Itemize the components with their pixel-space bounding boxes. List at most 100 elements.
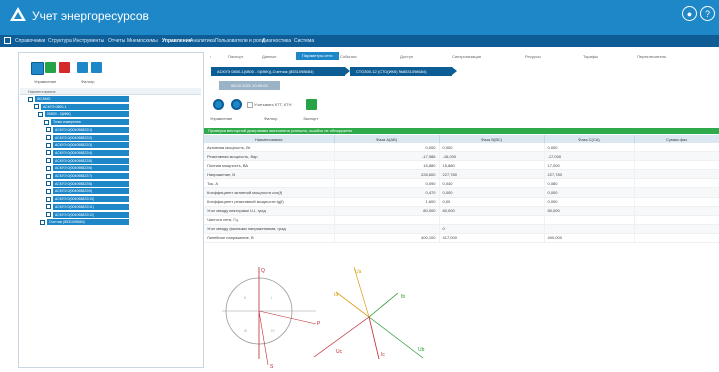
table-cell: Линейное напряжение, В (204, 233, 335, 244)
tree-node-expander[interactable] (46, 150, 51, 156)
refresh-button[interactable] (231, 99, 242, 110)
table-row: Угол между векторами U-I, град 80,000 80,0… (204, 206, 719, 216)
tree-item[interactable]: АСКУЭ 0800-1 (41, 103, 129, 110)
tab-data[interactable]: Данные (262, 54, 276, 59)
tree-node-expander[interactable] (38, 111, 43, 117)
menu-item-structure[interactable]: Структура (48, 38, 72, 44)
tab-tariffs[interactable]: Тарифы (583, 54, 598, 59)
tree-item[interactable]: Точки измерения (51, 119, 129, 126)
tab-sync[interactable]: Синхронизация (452, 54, 481, 59)
manage-button[interactable] (213, 99, 224, 110)
tree-node-expander[interactable] (46, 181, 51, 187)
menu-item-management[interactable]: Управление (162, 38, 192, 44)
quadrant-label: I (271, 295, 272, 300)
table-cell: 0,000 (439, 143, 545, 153)
menu-item-system[interactable]: Система (294, 38, 314, 44)
tree-item[interactable]: АСКУЭ 0(004098822/7) (53, 173, 129, 179)
table-cell: 0,040 (439, 178, 545, 189)
tree-item[interactable]: АСКУЭ 0(004098822/1) (53, 126, 129, 133)
ib-label: Ib (401, 294, 405, 300)
table-cell (634, 160, 719, 171)
tree-node-expander[interactable] (46, 158, 51, 164)
tree-node-expander[interactable] (46, 165, 51, 171)
tree-item[interactable]: 00800 - 0(ИКК) (45, 111, 129, 118)
menu-grid-icon[interactable] (4, 37, 11, 44)
filter-button[interactable] (77, 62, 88, 73)
menu-item-users-roles[interactable]: Пользователи и роли (215, 38, 264, 44)
tab-passport[interactable]: Паспорт (228, 54, 243, 59)
date-selector[interactable]: 08.02.2021 10:00:00 (219, 81, 280, 90)
help-icon[interactable]: ? (700, 6, 715, 21)
column-header[interactable]: Фаза C(СА) (544, 135, 635, 143)
table-cell: 0,000 (439, 187, 545, 198)
tree-item[interactable]: ЖСКМО (35, 96, 129, 102)
table-cell (634, 197, 719, 207)
table-cell: 15,880 (334, 160, 440, 171)
tab-arrow-left[interactable]: ‹ (210, 54, 211, 59)
table-cell: 227,780 (544, 169, 635, 180)
menu-item-diagnostics[interactable]: Диагностика (262, 38, 291, 44)
table-cell: 0,080 (544, 178, 635, 189)
tree-item[interactable]: АСКУЭ 0(004098822/12) (53, 211, 129, 218)
tree-node-expander[interactable] (46, 127, 51, 133)
tree-item[interactable]: АСКУЭ 0(004098822/11) (53, 203, 129, 210)
tree-node-expander[interactable] (46, 142, 51, 148)
table-cell (439, 215, 545, 225)
tree-node-expander[interactable] (46, 135, 51, 140)
tab-switch[interactable]: Переключатель (637, 54, 666, 59)
column-header[interactable]: Наименование (204, 135, 335, 143)
tree-item[interactable]: АСКУЭ 0(004098822/6) (53, 165, 129, 172)
export-button[interactable] (306, 99, 317, 110)
tab-resources[interactable]: Ресурсы (525, 54, 541, 59)
tree-node-expander[interactable] (28, 96, 33, 102)
tree-node-expander[interactable] (46, 212, 51, 217)
tree-item[interactable]: АСКУЭ 0(004098822/8) (53, 180, 129, 187)
table-cell: 80,000 (334, 206, 440, 216)
menu-item-mnemonics[interactable]: Мнемосхемы (127, 38, 158, 44)
table-cell: Активная мощность, Вт (204, 143, 335, 153)
tree-item[interactable]: АСКУЭ 0(004098822/4) (53, 149, 129, 156)
column-header[interactable]: Фаза A(АВ) (334, 135, 440, 143)
tab-network-parameters[interactable]: Параметры сети (296, 52, 339, 60)
table-cell: Напряжение, В (204, 169, 335, 180)
ktt-ktn-checkbox[interactable] (247, 102, 253, 108)
breadcrumb-primary[interactable]: АСКУЭ 0800-1(0800 - 0(ИКК))-Счетчик (853… (211, 67, 345, 76)
search-button[interactable] (91, 62, 102, 73)
add-button[interactable] (45, 62, 56, 73)
delete-button[interactable] (59, 62, 70, 73)
tree-item[interactable]: АСКУЭ 0(004098822/3) (53, 142, 129, 149)
ib-vector (368, 292, 399, 318)
notification-icon[interactable]: ● (682, 6, 697, 21)
table-cell: -17,000 (544, 151, 635, 162)
tree-node-expander[interactable] (46, 188, 51, 194)
tree-node-expander[interactable] (34, 104, 39, 110)
tree-item[interactable]: АСКУЭ 0(004098822/10) (53, 196, 129, 203)
tree-node-expander[interactable] (44, 119, 49, 125)
tab-access[interactable]: Доступ (400, 54, 413, 59)
menu-item-reports[interactable]: Отчеты (108, 38, 125, 44)
tree-node-expander[interactable] (46, 204, 51, 210)
tab-events[interactable]: События (340, 54, 357, 59)
tree-item[interactable]: Счетчик (8531098684) (47, 219, 129, 226)
ktt-ktn-label: Учитывать КТТ, КТН (254, 102, 292, 107)
table-cell (634, 143, 719, 153)
folder-button[interactable] (31, 62, 44, 75)
menu-item-analytics[interactable]: Аналитика (190, 38, 215, 44)
menu-item-references[interactable]: Справочники (15, 38, 45, 44)
column-header[interactable]: Сумма фаз (634, 135, 719, 143)
manage-label: Управление (34, 79, 57, 84)
table-cell (634, 151, 719, 162)
tree-node-expander[interactable] (40, 219, 45, 225)
breadcrumb-secondary[interactable]: СТОЗ00-12 (СТО(ИКК) №8531098684) (350, 67, 452, 76)
table-cell: 0,00 (439, 197, 545, 207)
tree-node-expander[interactable] (46, 196, 51, 202)
tree-item[interactable]: АСКУЭ 0(004098822/9) (53, 188, 129, 195)
tree-item[interactable]: АСКУЭ 0(004098822/5) (53, 157, 129, 164)
tree-node-expander[interactable] (46, 173, 51, 179)
table-cell: 0,000 (544, 187, 635, 198)
table-row: Частота сети, Гц (204, 215, 719, 225)
column-header[interactable]: Фаза B(ВС) (439, 135, 545, 143)
tree-item[interactable]: АСКУЭ 0(004098822/2) (53, 134, 129, 141)
s-label: S (270, 364, 274, 370)
menu-item-tools[interactable]: Инструменты (73, 38, 104, 44)
